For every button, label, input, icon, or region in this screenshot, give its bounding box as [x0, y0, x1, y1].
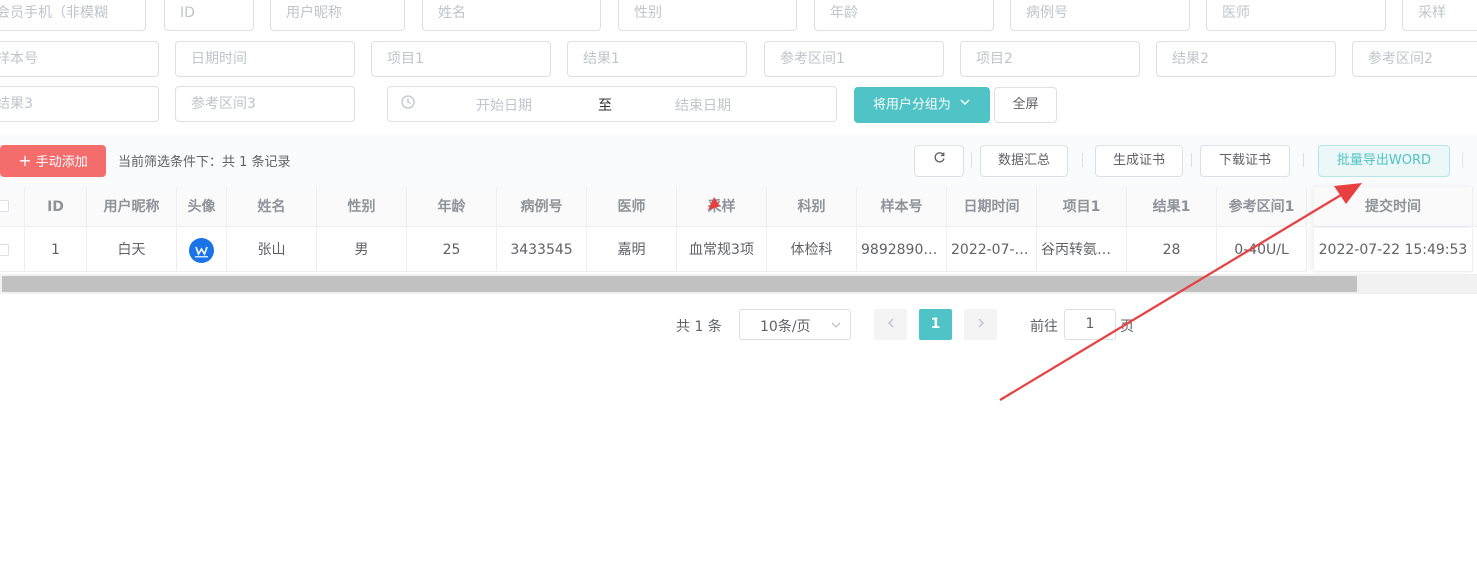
batch-export-word-button[interactable]: 批量导出WORD — [1318, 145, 1450, 177]
header-item1[interactable]: 项目1 — [1037, 187, 1127, 227]
select-all-cell[interactable] — [0, 187, 25, 227]
chevron-down-icon — [959, 88, 971, 122]
cell-case-number: 3433545 — [497, 228, 587, 272]
filter-sampling[interactable] — [1402, 0, 1477, 31]
select-all-checkbox[interactable] — [0, 200, 9, 212]
manual-add-label: 手动添加 — [35, 155, 88, 170]
clock-icon — [400, 94, 416, 114]
chevron-right-icon — [977, 318, 984, 328]
page-number-current[interactable]: 1 — [919, 309, 952, 340]
header-result1[interactable]: 结果1 — [1127, 187, 1217, 227]
cell-submit-time: 2022-07-22 15:49:53 — [1314, 228, 1473, 272]
cell-sample-number: 989289087… — [857, 228, 947, 272]
cell-ref-range1: 0-40U/L — [1217, 228, 1307, 272]
filter-member-phone[interactable] — [0, 0, 146, 31]
cell-age: 25 — [407, 228, 497, 272]
cell-nickname: 白天 — [87, 228, 177, 272]
cell-result1: 28 — [1127, 228, 1217, 272]
group-users-label: 将用户分组为 — [872, 97, 951, 113]
filter-result3[interactable] — [0, 86, 159, 122]
prev-page-button[interactable] — [874, 309, 907, 340]
header-avatar[interactable]: 头像 — [177, 187, 227, 227]
refresh-icon — [933, 146, 946, 176]
header-sample-number[interactable]: 样本号 — [857, 187, 947, 227]
header-datetime[interactable]: 日期时间 — [947, 187, 1037, 227]
page-size-select[interactable]: 10条/页 — [739, 309, 851, 340]
cell-name: 张山 — [227, 228, 317, 272]
fullscreen-button[interactable]: 全屏 — [994, 87, 1057, 123]
cell-department: 体检科 — [767, 228, 857, 272]
cell-gender: 男 — [317, 228, 407, 272]
header-nickname[interactable]: 用户昵称 — [87, 187, 177, 227]
cell-doctor: 嘉明 — [587, 228, 677, 272]
date-start-placeholder[interactable]: 开始日期 — [476, 95, 532, 115]
row-select-cell[interactable] — [0, 228, 25, 272]
filter-result1[interactable] — [567, 41, 747, 77]
data-summary-button[interactable]: 数据汇总 — [980, 145, 1068, 177]
header-doctor[interactable]: 医师 — [587, 187, 677, 227]
header-age[interactable]: 年龄 — [407, 187, 497, 227]
filter-nickname[interactable] — [270, 0, 405, 31]
plus-icon: + — [18, 151, 32, 170]
goto-prefix: 前往 — [1030, 319, 1058, 335]
filter-case-number[interactable] — [1010, 0, 1190, 31]
filter-id[interactable] — [164, 0, 254, 31]
cell-sampling: 血常规3项 — [677, 228, 767, 272]
header-id[interactable]: ID — [25, 187, 87, 227]
filter-age[interactable] — [814, 0, 994, 31]
filter-ref-range3[interactable] — [175, 86, 355, 122]
header-case-number[interactable]: 病例号 — [497, 187, 587, 227]
refresh-button[interactable] — [914, 145, 964, 177]
header-department[interactable]: 科别 — [767, 187, 857, 227]
goto-page-input[interactable]: 1 — [1064, 309, 1116, 340]
toolbar-divider — [971, 153, 972, 167]
chevron-left-icon — [887, 318, 894, 328]
header-gender[interactable]: 性别 — [317, 187, 407, 227]
filter-result2[interactable] — [1156, 41, 1336, 77]
toolbar-divider — [1191, 153, 1192, 167]
next-page-button[interactable] — [964, 309, 997, 340]
header-ref-range1[interactable]: 参考区间1 — [1217, 187, 1307, 227]
date-range-separator: 至 — [598, 98, 612, 114]
filter-doctor[interactable] — [1206, 0, 1386, 31]
filter-ref-range1[interactable] — [764, 41, 944, 77]
goto-suffix: 页 — [1120, 319, 1134, 335]
table-scrollbar-thumb[interactable] — [2, 276, 1357, 292]
header-name[interactable]: 姓名 — [227, 187, 317, 227]
row-checkbox[interactable] — [0, 244, 9, 256]
toolbar-divider — [1303, 153, 1304, 167]
manual-add-button[interactable]: + 手动添加 — [0, 145, 106, 177]
header-overflow — [1473, 187, 1477, 227]
toolbar-divider — [1082, 153, 1083, 167]
cell-datetime: 2022-07-22… — [947, 228, 1037, 272]
filter-item2[interactable] — [960, 41, 1140, 77]
filter-datetime[interactable] — [175, 41, 355, 77]
avatar-logo-icon — [195, 246, 208, 258]
header-submit-time[interactable]: 提交时间 — [1314, 187, 1473, 227]
filter-gender[interactable] — [618, 0, 797, 31]
generate-certificate-button[interactable]: 生成证书 — [1095, 145, 1183, 177]
date-end-placeholder[interactable]: 结束日期 — [675, 95, 731, 115]
page-size-value: 10条/页 — [760, 319, 811, 335]
date-range-picker[interactable]: 开始日期 至 结束日期 — [387, 86, 837, 122]
filter-record-count: 当前筛选条件下：共 1 条记录 — [118, 155, 291, 170]
cell-item1: 谷丙转氨酶… — [1037, 228, 1127, 272]
filter-name[interactable] — [422, 0, 601, 31]
filter-item1[interactable] — [371, 41, 551, 77]
cell-id: 1 — [25, 228, 87, 272]
pagination-total: 共 1 条 — [676, 319, 722, 335]
cell-avatar — [177, 228, 227, 272]
group-users-button[interactable]: 将用户分组为 — [854, 87, 990, 123]
toolbar-divider — [1462, 153, 1463, 167]
chevron-down-icon — [830, 319, 842, 335]
avatar[interactable] — [189, 238, 214, 263]
filter-sample-number[interactable] — [0, 41, 159, 77]
filter-ref-range2[interactable] — [1352, 41, 1477, 77]
header-sampling[interactable]: 采样 — [677, 187, 767, 227]
download-certificate-button[interactable]: 下载证书 — [1200, 145, 1290, 177]
